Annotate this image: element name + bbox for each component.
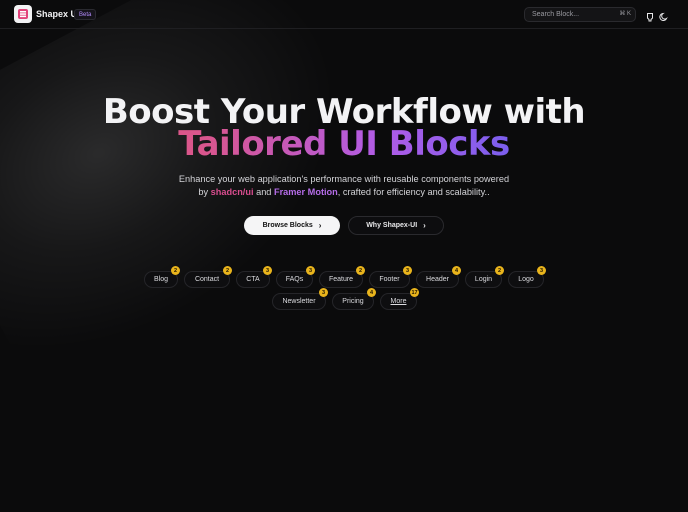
- logo-icon[interactable]: [14, 5, 32, 23]
- why-shapex-button[interactable]: Why Shapex-UI ›: [348, 216, 444, 235]
- navbar: Shapex UI Beta Search Block... ⌘ K: [0, 0, 688, 29]
- search-shortcut: ⌘ K: [619, 11, 631, 17]
- chip-label: Contact: [194, 276, 220, 283]
- count-badge: 17: [410, 288, 419, 297]
- chip-label: Header: [426, 276, 449, 283]
- search-placeholder: Search Block...: [532, 11, 580, 18]
- browse-blocks-label: Browse Blocks: [262, 222, 313, 229]
- category-chip-more[interactable]: More 17: [380, 288, 419, 310]
- github-icon[interactable]: [645, 9, 655, 22]
- browse-blocks-button[interactable]: Browse Blocks ›: [244, 216, 340, 235]
- category-chip-pricing[interactable]: Pricing 4: [332, 288, 376, 310]
- chevron-right-icon: ›: [423, 221, 426, 230]
- chevron-right-icon: ›: [318, 221, 322, 230]
- hero-subtitle-line2: by shadcn/ui and Framer Motion, crafted …: [0, 186, 688, 199]
- chip-label: Pricing: [342, 298, 364, 305]
- category-chip-login[interactable]: Login 2: [465, 266, 504, 288]
- count-badge: 3: [306, 266, 315, 275]
- chip-label: FAQs: [285, 276, 304, 283]
- category-chip-blog[interactable]: Blog 2: [144, 266, 180, 288]
- brand-name[interactable]: Shapex UI: [36, 9, 80, 19]
- count-badge: 2: [171, 266, 180, 275]
- category-chip-contact[interactable]: Contact 2: [184, 266, 232, 288]
- count-badge: 4: [367, 288, 376, 297]
- chip-label: CTA: [246, 276, 260, 283]
- framer-motion-highlight: Framer Motion: [273, 187, 338, 197]
- count-badge: 2: [223, 266, 232, 275]
- count-badge: 3: [319, 288, 328, 297]
- category-chip-faqs[interactable]: FAQs 3: [276, 266, 315, 288]
- chip-label: More: [390, 298, 407, 305]
- category-chip-footer[interactable]: Footer 3: [369, 266, 412, 288]
- count-badge: 2: [356, 266, 365, 275]
- count-badge: 4: [452, 266, 461, 275]
- category-chip-feature[interactable]: Feature 2: [319, 266, 365, 288]
- chip-label: Blog: [153, 276, 168, 283]
- category-chip-header[interactable]: Header 4: [416, 266, 461, 288]
- category-chip-logo[interactable]: Logo 3: [508, 266, 546, 288]
- chip-label: Login: [474, 276, 493, 283]
- hero-subtitle-line1: Enhance your web application's performan…: [178, 174, 510, 184]
- shadcn-highlight: shadcn/ui: [210, 187, 254, 197]
- search-input[interactable]: Search Block... ⌘ K: [524, 7, 636, 22]
- subtitle-rest: , crafted for efficiency and scalability…: [337, 187, 490, 197]
- count-badge: 3: [537, 266, 546, 275]
- count-badge: 2: [495, 266, 504, 275]
- chip-label: Logo: [518, 276, 534, 283]
- subtitle-and: and: [253, 187, 274, 197]
- count-badge: 3: [263, 266, 272, 275]
- theme-toggle-icon[interactable]: [659, 9, 669, 21]
- chip-label: Feature: [328, 276, 354, 283]
- category-chip-cta[interactable]: CTA 3: [236, 266, 272, 288]
- why-shapex-label: Why Shapex-UI: [366, 222, 418, 229]
- count-badge: 3: [403, 266, 412, 275]
- hero-title-line2: Tailored UI Blocks: [0, 124, 688, 164]
- subtitle-by: by: [198, 187, 211, 197]
- beta-badge: Beta: [74, 9, 97, 20]
- chip-label: Newsletter: [282, 298, 316, 305]
- category-chip-newsletter[interactable]: Newsletter 3: [272, 288, 328, 310]
- chip-label: Footer: [379, 276, 400, 283]
